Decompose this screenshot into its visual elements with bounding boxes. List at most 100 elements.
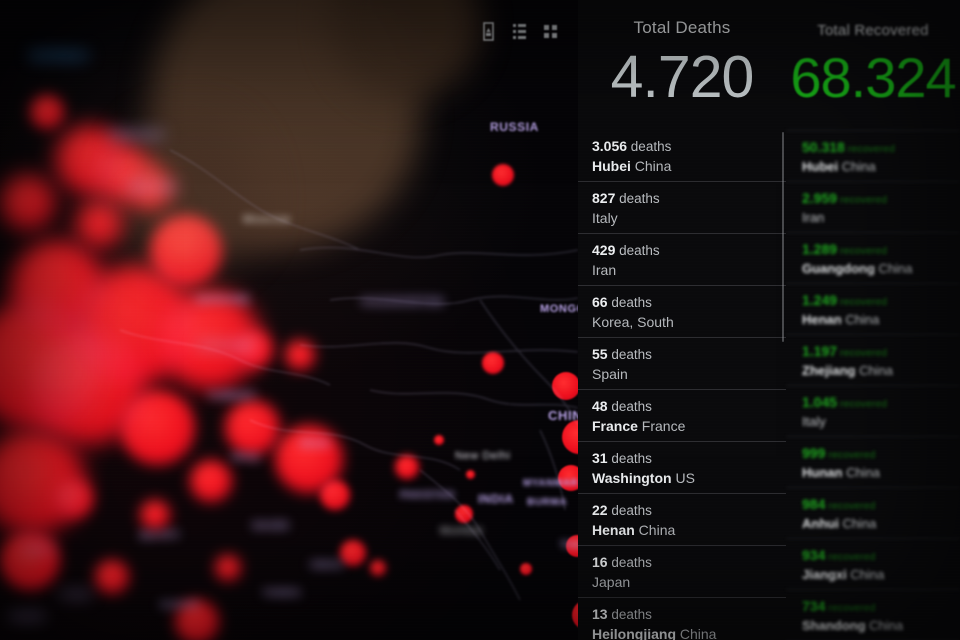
list-item-count: 22	[592, 502, 608, 518]
list-item-count-line: 31 deaths	[592, 450, 786, 468]
case-bubble	[285, 340, 315, 370]
list-item-count-line: 934 recovered	[802, 547, 960, 565]
total-deaths-value: 4.720	[610, 44, 755, 110]
list-item[interactable]: 1.197 recovered Zhejiang China	[786, 334, 960, 385]
case-bubble	[130, 168, 172, 210]
list-item-location: Japan	[592, 574, 786, 590]
total-deaths-panel: Total Deaths 4.720 3.056 deaths Hubei Chi…	[578, 0, 786, 640]
list-item-country: Italy	[802, 414, 826, 429]
list-item-unit: deaths	[607, 503, 652, 518]
list-item[interactable]: 827 deaths Italy	[578, 181, 786, 233]
case-bubble	[225, 400, 280, 455]
list-item-count: 1.249	[802, 292, 838, 308]
list-item[interactable]: 3.056 deaths Hubei China	[578, 130, 786, 181]
list-item[interactable]: 429 deaths Iran	[578, 233, 786, 285]
list-item-unit: recovered	[825, 501, 876, 512]
list-item-count: 66	[592, 294, 608, 310]
list-item-country: China	[838, 516, 877, 531]
list-item-location: Iran	[802, 210, 960, 225]
list-item-location: Guangdong China	[802, 261, 960, 276]
case-bubble	[150, 215, 222, 287]
list-item-unit: recovered	[837, 348, 888, 359]
list-item-region: Shandong	[802, 618, 866, 633]
list-item-unit: recovered	[837, 297, 888, 308]
total-recovered-panel: Total Recovered 68.324 50.318 recovered H…	[786, 0, 960, 640]
list-item[interactable]: 48 deaths France France	[578, 389, 786, 441]
list-item-region: Hubei	[802, 159, 839, 174]
case-bubble	[30, 95, 64, 129]
total-recovered-value: 68.324	[790, 46, 956, 109]
list-item[interactable]: 984 recovered Anhui China	[786, 487, 960, 538]
list-item[interactable]: 734 recovered Shandong China	[786, 589, 960, 640]
bookmark-icon[interactable]	[481, 22, 496, 41]
case-bubble	[558, 465, 578, 491]
list-item-count: 984	[802, 496, 826, 512]
case-bubble	[370, 560, 386, 576]
outbreak-map[interactable]: RUSSIA MONGO CHINA INDIA MYANMAR BURMA N…	[0, 0, 578, 640]
list-item[interactable]: 22 deaths Henan China	[578, 493, 786, 545]
list-item-count-line: 66 deaths	[592, 294, 786, 312]
list-item-country: China	[630, 158, 672, 174]
case-bubble	[140, 500, 170, 530]
list-item-unit: recovered	[825, 552, 876, 563]
list-item[interactable]: 934 recovered Jiangxi China	[786, 538, 960, 589]
list-item-count-line: 48 deaths	[592, 398, 786, 416]
list-item[interactable]: 31 deaths Washington US	[578, 441, 786, 493]
list-item-location: Washington US	[592, 470, 786, 486]
list-item-location: Shandong China	[802, 618, 960, 633]
list-item-region: Jiangxi	[802, 567, 847, 582]
list-item-count-line: 1.289 recovered	[802, 241, 960, 259]
list-item[interactable]: 55 deaths Spain	[578, 337, 786, 389]
recovered-list[interactable]: 50.318 recovered Hubei China 2.959 recover…	[786, 130, 960, 640]
list-item-country: Italy	[592, 210, 618, 226]
list-item-unit: deaths	[607, 295, 652, 310]
list-item-country: China	[838, 159, 876, 174]
list-item-location: Anhui China	[802, 516, 960, 531]
list-item-country: China	[846, 567, 885, 582]
list-item-count: 3.056	[592, 138, 628, 154]
list-item-count: 734	[802, 598, 826, 614]
case-bubble	[320, 480, 350, 510]
total-recovered-heading: Total Recovered	[817, 22, 929, 39]
case-bubble	[434, 435, 444, 445]
deaths-list-scrollbar[interactable]	[782, 132, 784, 342]
list-item-region: Henan	[592, 522, 635, 538]
list-item-count: 55	[592, 346, 608, 362]
list-item[interactable]: 50.318 recovered Hubei China	[786, 130, 960, 181]
list-item[interactable]: 1.249 recovered Henan China	[786, 283, 960, 334]
list-item[interactable]: 66 deaths Korea, South	[578, 285, 786, 337]
list-item-unit: recovered	[837, 195, 888, 206]
list-item-count: 13	[592, 606, 608, 622]
list-item-region: Washington	[592, 470, 672, 486]
list-item-count: 50.318	[802, 139, 845, 155]
case-bubble	[455, 505, 473, 523]
list-item-location: Heilongjiang China	[592, 626, 786, 640]
list-item-location: Iran	[592, 262, 786, 278]
list-item[interactable]: 13 deaths Heilongjiang China	[578, 597, 786, 640]
list-item[interactable]: 1.289 recovered Guangdong China	[786, 232, 960, 283]
list-item-count-line: 984 recovered	[802, 496, 960, 514]
list-view-icon[interactable]	[512, 22, 527, 41]
list-item[interactable]: 999 recovered Hunan China	[786, 436, 960, 487]
list-item-unit: recovered	[825, 450, 876, 461]
list-item-unit: deaths	[615, 243, 660, 258]
list-item-region: Anhui	[802, 516, 839, 531]
deaths-list[interactable]: 3.056 deaths Hubei China 827 deaths Italy 42…	[578, 130, 786, 640]
list-item-count-line: 734 recovered	[802, 598, 960, 616]
grid-view-icon[interactable]	[543, 22, 558, 41]
list-item-country: China	[676, 626, 717, 640]
list-item[interactable]: 2.959 recovered Iran	[786, 181, 960, 232]
list-item[interactable]: 1.045 recovered Italy	[786, 385, 960, 436]
map-toolbar[interactable]	[481, 22, 558, 41]
list-item-region: Zhejiang	[802, 363, 856, 378]
list-item[interactable]: 16 deaths Japan	[578, 545, 786, 597]
case-bubble	[0, 530, 60, 590]
list-item-region: Henan	[802, 312, 842, 327]
case-bubble	[95, 560, 129, 594]
case-bubble	[235, 330, 273, 368]
list-item-unit: deaths	[607, 347, 652, 362]
list-item-count-line: 1.249 recovered	[802, 292, 960, 310]
list-item-unit: recovered	[837, 246, 888, 257]
list-item-count-line: 1.197 recovered	[802, 343, 960, 361]
list-item-count-line: 3.056 deaths	[592, 138, 786, 156]
